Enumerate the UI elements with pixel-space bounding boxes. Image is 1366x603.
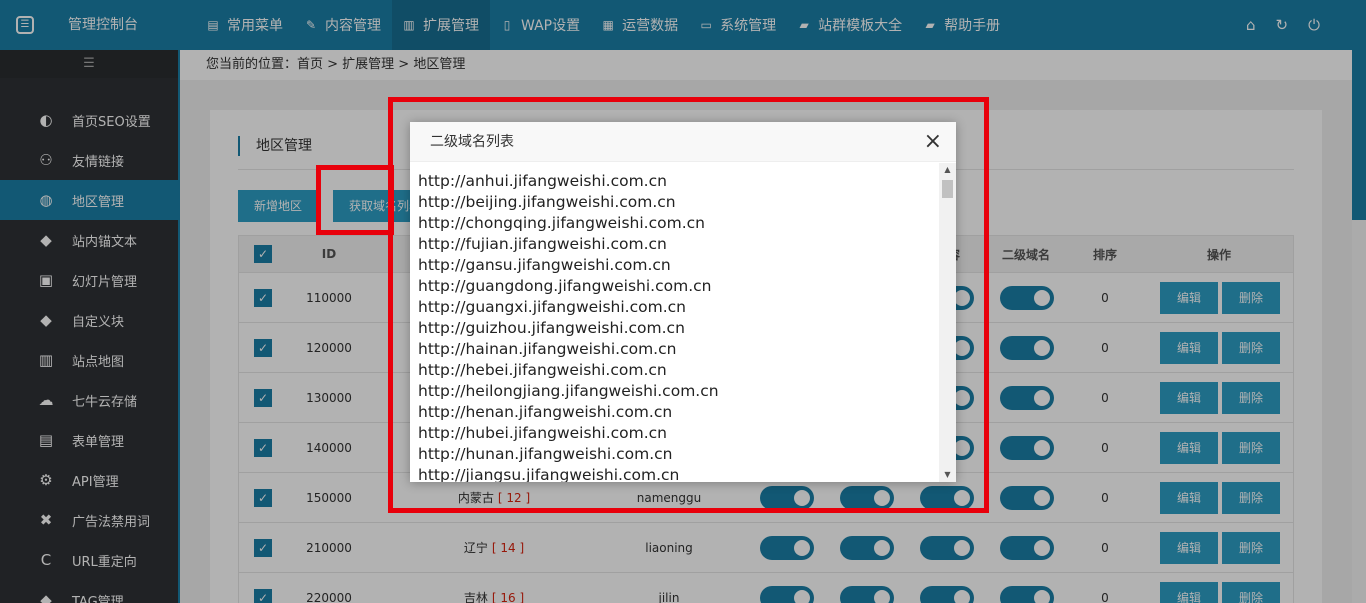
scroll-up-icon[interactable]: ▲: [939, 163, 956, 177]
url-item: http://fujian.jifangweishi.com.cn: [418, 235, 667, 253]
url-item: http://anhui.jifangweishi.com.cn: [418, 172, 667, 190]
modal-scrollbar[interactable]: ▲ ▼: [939, 163, 956, 482]
highlight-box-button: [316, 165, 394, 235]
url-item: http://henan.jifangweishi.com.cn: [418, 403, 673, 421]
modal-scrollbar-thumb[interactable]: [942, 180, 953, 198]
url-item: http://guangxi.jifangweishi.com.cn: [418, 298, 686, 316]
url-item: http://jiangsu.jifangweishi.com.cn: [418, 466, 680, 482]
url-item: http://guizhou.jifangweishi.com.cn: [418, 319, 685, 337]
close-icon[interactable]: ×: [924, 130, 942, 154]
url-item: http://hebei.jifangweishi.com.cn: [418, 361, 667, 379]
url-item: http://hubei.jifangweishi.com.cn: [418, 424, 667, 442]
url-item: http://chongqing.jifangweishi.com.cn: [418, 214, 705, 232]
url-item: http://guangdong.jifangweishi.com.cn: [418, 277, 712, 295]
url-item: http://heilongjiang.jifangweishi.com.cn: [418, 382, 719, 400]
url-item: http://gansu.jifangweishi.com.cn: [418, 256, 671, 274]
url-list: http://anhui.jifangweishi.com.cn http://b…: [418, 171, 938, 482]
subdomain-list-modal: 二级域名列表 × http://anhui.jifangweishi.com.c…: [410, 122, 956, 482]
url-item: http://beijing.jifangweishi.com.cn: [418, 193, 676, 211]
modal-body: http://anhui.jifangweishi.com.cn http://b…: [410, 163, 956, 482]
modal-header: 二级域名列表 ×: [410, 122, 956, 162]
url-item: http://hunan.jifangweishi.com.cn: [418, 445, 673, 463]
url-item: http://hainan.jifangweishi.com.cn: [418, 340, 677, 358]
modal-title: 二级域名列表: [430, 134, 514, 150]
scroll-down-icon[interactable]: ▼: [939, 468, 956, 482]
